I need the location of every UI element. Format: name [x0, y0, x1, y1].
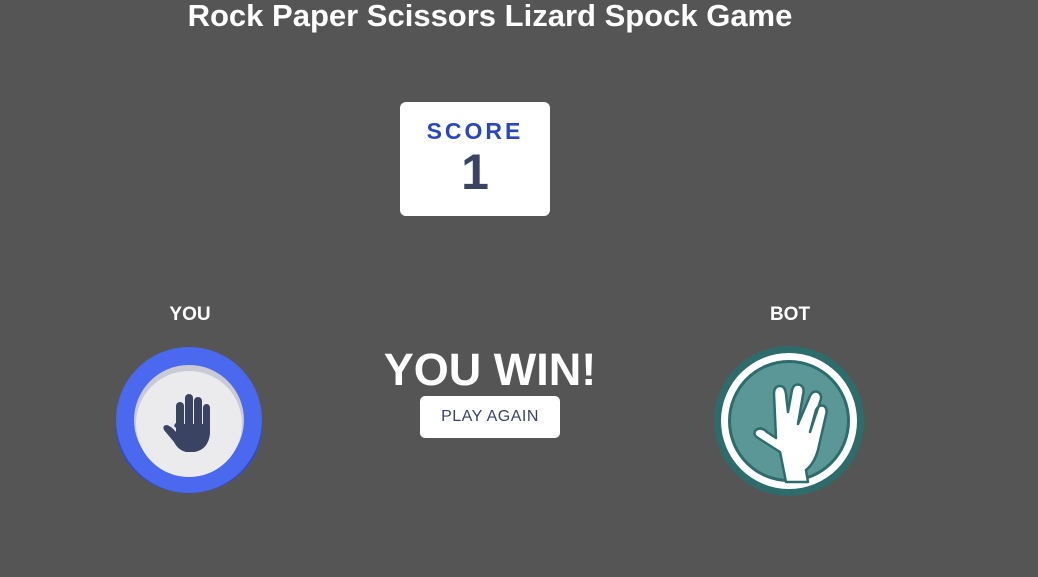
- result-text: YOU WIN!: [383, 344, 597, 395]
- score-label: SCORE: [426, 118, 524, 144]
- spock-icon: [714, 346, 864, 496]
- bot-label: BOT: [769, 304, 811, 325]
- you-pick-chip: [116, 346, 266, 501]
- play-again-button[interactable]: PLAY AGAIN: [420, 396, 560, 438]
- bot-pick-chip: [714, 346, 864, 501]
- paper-icon: [116, 347, 262, 493]
- score-value: 1: [461, 144, 489, 200]
- page-title: Rock Paper Scissors Lizard Spock Game: [187, 0, 793, 33]
- score-board: SCORE 1: [400, 102, 550, 216]
- you-label: YOU: [169, 304, 211, 325]
